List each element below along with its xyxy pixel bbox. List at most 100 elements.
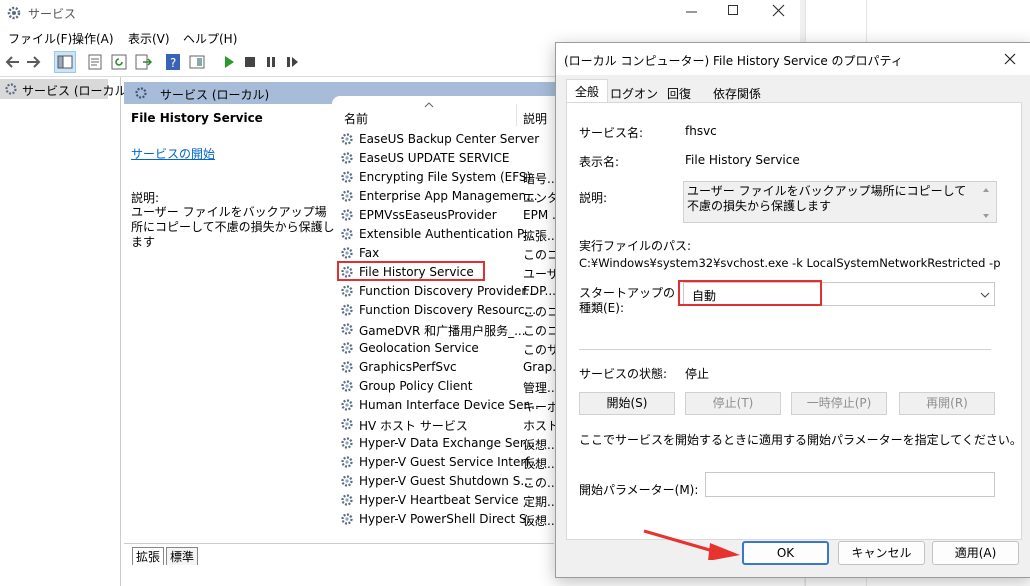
service-row[interactable]: EPMVssEaseusProvider EPM ...: [340, 206, 555, 225]
service-description: このサ...: [523, 343, 555, 357]
tree-item-services-local[interactable]: サービス (ローカル): [0, 79, 131, 99]
service-row[interactable]: GameDVR 和广播用户服务_...このコ...: [340, 320, 555, 339]
service-gear-icon: [341, 304, 353, 316]
resume-button[interactable]: 再開(R): [899, 392, 995, 415]
service-name: Function Discovery Resourc...: [359, 303, 537, 317]
tree-item-label: サービス (ローカル): [22, 84, 132, 98]
service-row[interactable]: Encrypting File System (EFS) 暗号...: [340, 168, 555, 187]
service-row[interactable]: GraphicsPerfSvc Grap...: [340, 358, 555, 377]
export-list-icon[interactable]: [134, 53, 152, 71]
menu-help[interactable]: ヘルプ(H): [183, 30, 237, 47]
service-gear-icon: [341, 152, 353, 164]
tab-general-label: 全般: [574, 85, 599, 99]
scrollbar-arrows-icon[interactable]: [981, 186, 991, 220]
service-row[interactable]: Fax このコ...: [340, 244, 555, 263]
service-name: Human Interface Device Ser...: [359, 398, 539, 412]
apply-button[interactable]: 適用(A): [932, 541, 1019, 565]
menu-file[interactable]: ファイル(F): [8, 30, 72, 47]
service-gear-icon: [341, 266, 353, 278]
forward-arrow-icon[interactable]: [24, 53, 42, 71]
service-name: Fax: [359, 246, 380, 260]
properties-dialog: (ローカル コンピューター) File History Service のプロパ…: [555, 42, 1030, 578]
service-row[interactable]: Function Discovery Provider... FDP...: [340, 282, 555, 301]
restart-icon[interactable]: [283, 53, 301, 71]
service-row[interactable]: Hyper-V Guest Shutdown S... この...: [340, 472, 555, 491]
service-row[interactable]: Human Interface Device Ser...キーボ...: [340, 396, 555, 415]
console-tree-toggle[interactable]: [54, 51, 76, 73]
properties-sheet-icon[interactable]: [86, 53, 104, 71]
service-description: Grap...: [523, 360, 555, 374]
service-description: エンタ...: [523, 191, 555, 205]
service-name: EPMVssEaseusProvider: [359, 208, 497, 222]
service-gear-icon: [341, 171, 353, 183]
start-service-link[interactable]: サービスの開始: [131, 145, 215, 162]
start-parameters-input[interactable]: [705, 472, 995, 497]
services-gear-icon: [7, 6, 21, 20]
tab-recovery-label: 回復: [666, 87, 691, 101]
menu-view[interactable]: 表示(V): [128, 30, 170, 47]
help-icon[interactable]: ?: [164, 53, 182, 71]
service-row[interactable]: Function Discovery Resourc...このコ...: [340, 301, 555, 320]
service-description: 暗号...: [523, 172, 555, 186]
service-name: Hyper-V Guest Service Interf...: [359, 455, 541, 469]
service-gear-icon: [341, 323, 353, 335]
stop-icon[interactable]: [241, 53, 259, 71]
column-divider[interactable]: [516, 104, 517, 126]
play-icon[interactable]: [220, 53, 238, 71]
service-gear-icon: [341, 209, 353, 221]
service-description: 仮想...: [523, 457, 555, 471]
service-row[interactable]: Enterprise App Managemen...エンタ...: [340, 187, 555, 206]
ok-button[interactable]: OK: [742, 541, 829, 565]
service-row[interactable]: Hyper-V PowerShell Direct S... 仮想...: [340, 510, 555, 529]
menu-action[interactable]: 操作(A): [72, 30, 114, 47]
column-header-description[interactable]: 説明: [523, 110, 547, 127]
service-name: File History Service: [359, 265, 474, 279]
service-name: Hyper-V Heartbeat Service: [359, 493, 519, 507]
start-button[interactable]: 開始(S): [579, 392, 675, 415]
service-row[interactable]: Hyper-V Heartbeat Service 定期...: [340, 491, 555, 510]
window-title: サービス: [28, 7, 77, 21]
view-pane-icon[interactable]: [188, 53, 206, 71]
description-textbox[interactable]: ユーザー ファイルをバックアップ場所にコピーして不慮の損失から保護します: [683, 181, 997, 223]
bottom-tab-strip: 拡張 標準: [124, 543, 554, 565]
service-description: 拡張...: [523, 229, 555, 243]
refresh-icon[interactable]: [110, 53, 128, 71]
service-gear-icon: [341, 342, 353, 354]
dialog-close-icon[interactable]: [1004, 53, 1016, 65]
service-row[interactable]: File History Service ユーザ...: [340, 263, 555, 282]
service-row[interactable]: Geolocation Service このサ...: [340, 339, 555, 358]
service-gear-icon: [341, 190, 353, 202]
service-name: Hyper-V Data Exchange Ser...: [359, 436, 536, 450]
service-row[interactable]: Group Policy Client 管理...: [340, 377, 555, 396]
close-icon[interactable]: [772, 4, 786, 18]
service-row[interactable]: EaseUS Backup Center Server: [340, 130, 555, 149]
tab-extended[interactable]: 拡張: [132, 547, 165, 565]
service-row[interactable]: Hyper-V Data Exchange Ser... 仮想...: [340, 434, 555, 453]
column-header-name[interactable]: 名前: [344, 110, 368, 127]
service-name: EaseUS Backup Center Server: [359, 132, 540, 146]
service-status-label: サービスの状態:: [579, 367, 668, 381]
svg-text:?: ?: [170, 56, 176, 70]
service-row[interactable]: EaseUS UPDATE SERVICE: [340, 149, 555, 168]
console-tree: サービス (ローカル): [0, 77, 131, 586]
service-name: Function Discovery Provider...: [359, 284, 537, 298]
service-description: このコ...: [523, 305, 555, 319]
service-gear-icon: [341, 437, 353, 449]
maximize-icon[interactable]: [727, 4, 741, 18]
minimize-icon[interactable]: [685, 5, 699, 19]
tab-standard[interactable]: 標準: [166, 547, 199, 565]
back-arrow-icon[interactable]: [4, 53, 22, 71]
display-name-label: 表示名:: [579, 155, 620, 169]
content-header-title: サービス (ローカル): [160, 88, 270, 102]
service-name: Enterprise App Managemen...: [359, 189, 538, 203]
service-name-label: サービス名:: [579, 126, 644, 140]
cancel-button[interactable]: キャンセル: [838, 541, 925, 565]
pause-button[interactable]: 一時停止(P): [791, 392, 887, 415]
service-row[interactable]: HV ホスト サービス ホスト...: [340, 415, 555, 434]
stop-button[interactable]: 停止(T): [685, 392, 781, 415]
service-gear-icon: [341, 228, 353, 240]
service-row[interactable]: Hyper-V Guest Service Interf... 仮想...: [340, 453, 555, 472]
service-description: この...: [523, 476, 555, 490]
service-row[interactable]: Extensible Authentication P... 拡張...: [340, 225, 555, 244]
pause-icon[interactable]: [262, 53, 280, 71]
